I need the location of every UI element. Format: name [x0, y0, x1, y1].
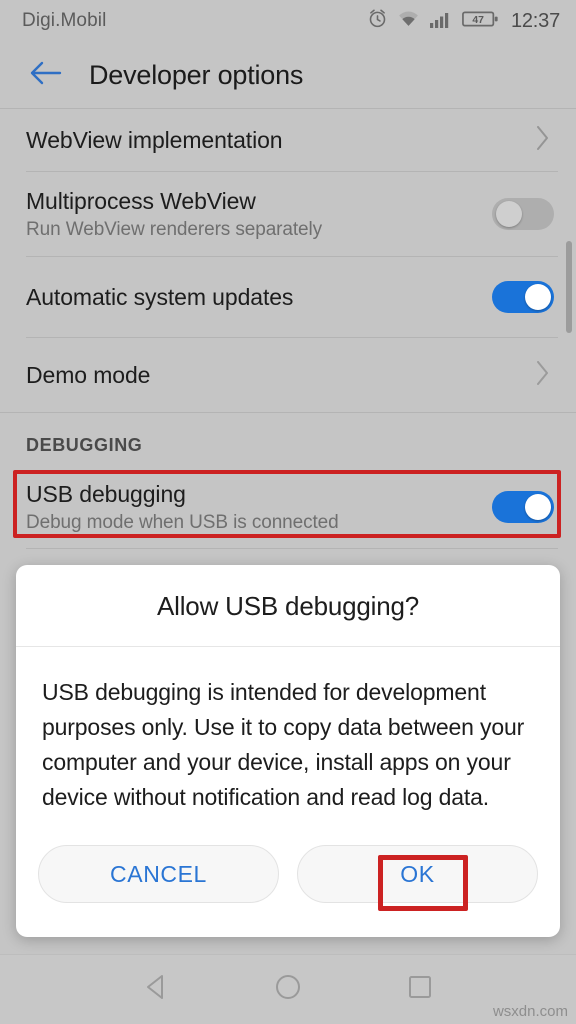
- back-arrow-icon: [28, 59, 62, 92]
- usb-debugging-dialog: Allow USB debugging? USB debugging is in…: [16, 565, 560, 937]
- dialog-title: Allow USB debugging?: [157, 591, 419, 621]
- battery-icon: 47: [462, 9, 500, 34]
- nav-recents-button[interactable]: [392, 962, 448, 1018]
- status-bar: Digi.Mobil 47 12:37: [0, 0, 576, 42]
- toggle-knob: [525, 284, 551, 310]
- settings-row-multiprocess-webview[interactable]: Multiprocess WebView Run WebView rendere…: [0, 172, 576, 256]
- system-navigation-bar: [0, 954, 576, 1024]
- row-text: WebView implementation: [26, 125, 534, 155]
- nav-recents-square-icon: [407, 974, 433, 1005]
- phone-screen: Digi.Mobil 47 12:37 Developer options We…: [0, 0, 576, 1024]
- status-icons: 47 12:37: [367, 8, 560, 34]
- row-title: USB debugging: [26, 480, 186, 507]
- chevron-right-icon: [534, 123, 552, 158]
- toggle-automatic-system-updates[interactable]: [492, 281, 554, 313]
- row-text: Demo mode: [26, 360, 534, 390]
- alarm-icon: [367, 8, 388, 34]
- cancel-button[interactable]: CANCEL: [38, 845, 279, 903]
- toggle-usb-debugging[interactable]: [492, 491, 554, 523]
- battery-level-text: 47: [472, 15, 484, 26]
- row-title: Demo mode: [26, 362, 151, 388]
- divider: [26, 548, 558, 549]
- row-subtitle: Debug mode when USB is connected: [26, 511, 339, 533]
- toggle-multiprocess-webview[interactable]: [492, 198, 554, 230]
- dialog-actions: CANCEL OK: [16, 837, 560, 937]
- settings-row-usb-debugging[interactable]: USB debugging Debug mode when USB is con…: [0, 466, 576, 548]
- carrier-label: Digi.Mobil: [22, 10, 107, 31]
- app-bar: Developer options: [0, 42, 576, 108]
- section-header-debugging: DEBUGGING: [26, 435, 143, 455]
- row-text: Automatic system updates: [26, 282, 492, 312]
- dialog-message: USB debugging is intended for developmen…: [42, 679, 525, 810]
- signal-icon: [429, 9, 453, 34]
- row-title: WebView implementation: [26, 127, 283, 153]
- nav-back-triangle-icon: [143, 973, 169, 1006]
- toggle-knob: [496, 201, 522, 227]
- nav-back-button[interactable]: [128, 962, 184, 1018]
- row-text: USB debugging Debug mode when USB is con…: [26, 479, 492, 536]
- settings-row-webview-implementation[interactable]: WebView implementation: [0, 109, 576, 171]
- chevron-right-icon: [534, 358, 552, 393]
- nav-home-button[interactable]: [260, 962, 316, 1018]
- back-button[interactable]: [25, 55, 65, 95]
- vertical-scrollbar[interactable]: [566, 241, 572, 333]
- clock-label: 12:37: [510, 9, 560, 32]
- row-text: Multiprocess WebView Run WebView rendere…: [26, 186, 492, 243]
- watermark: wsxdn.com: [492, 1003, 568, 1020]
- wifi-icon: [397, 9, 420, 34]
- nav-home-circle-icon: [274, 973, 302, 1006]
- settings-row-automatic-system-updates[interactable]: Automatic system updates: [0, 257, 576, 337]
- row-subtitle: Run WebView renderers separately: [26, 218, 323, 240]
- settings-row-demo-mode[interactable]: Demo mode: [0, 338, 576, 412]
- ok-button[interactable]: OK: [297, 845, 538, 903]
- row-title: Automatic system updates: [26, 284, 294, 310]
- row-title: Multiprocess WebView: [26, 187, 256, 214]
- page-title: Developer options: [89, 59, 304, 90]
- toggle-knob: [525, 494, 551, 520]
